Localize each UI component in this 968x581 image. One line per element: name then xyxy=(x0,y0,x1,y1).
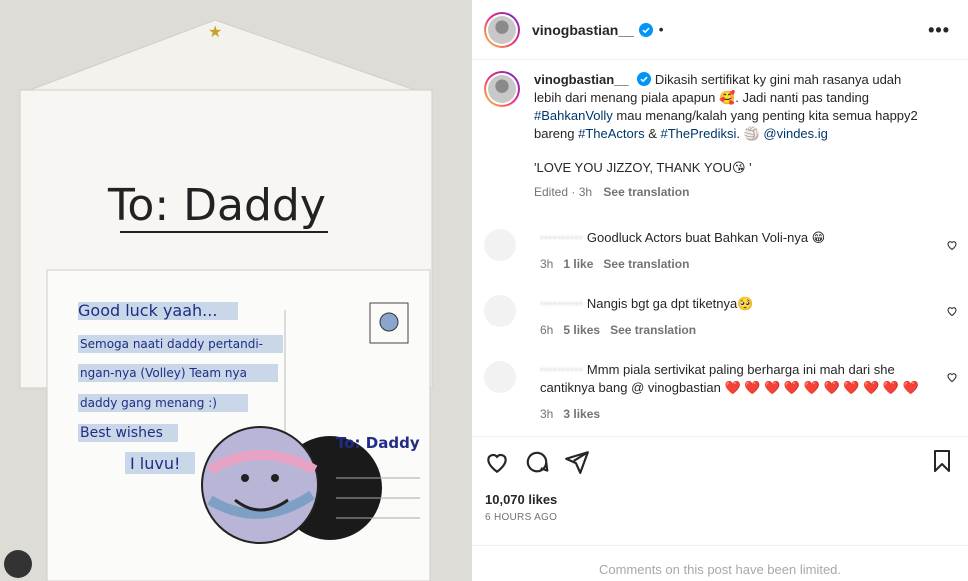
photo-drawing: ★ To: Daddy Good luck yaah... Semoga naa… xyxy=(0,0,472,581)
see-translation-link[interactable]: See translation xyxy=(603,185,689,199)
caption-username[interactable]: vinogbastian__ xyxy=(534,72,629,87)
hashtag-link[interactable]: #ThePrediksi xyxy=(660,126,736,141)
bookmark-icon[interactable] xyxy=(930,449,954,473)
comment-username[interactable]: ·········· xyxy=(540,296,583,311)
caption: vinogbastian__ Dikasih sertifikat ky gin… xyxy=(484,71,954,201)
avatar[interactable] xyxy=(484,11,520,48)
caption-part: & xyxy=(644,126,661,141)
svg-text:★: ★ xyxy=(208,24,222,41)
card-line-1: Good luck yaah... xyxy=(78,301,217,320)
comments-section[interactable]: vinogbastian__ Dikasih sertifikat ky gin… xyxy=(472,61,968,435)
heart-icon[interactable] xyxy=(946,371,958,383)
address-text: To: Daddy xyxy=(336,434,420,452)
comment-username[interactable]: ·········· xyxy=(540,362,583,377)
see-translation-link[interactable]: See translation xyxy=(603,257,689,271)
card-line-4: daddy gang menang :) xyxy=(80,396,217,410)
comment-likes[interactable]: 5 likes xyxy=(563,323,600,337)
card-line-3: ngan-nya (Volley) Team nya xyxy=(80,366,247,380)
card-line-5: Best wishes xyxy=(80,425,163,441)
caption-quote: 'LOVE YOU JIZZOY, THANK YOU😘 ' xyxy=(534,160,752,175)
comment-avatar[interactable] xyxy=(484,361,516,393)
comment-avatar[interactable] xyxy=(484,229,516,261)
mention-link[interactable]: @vindes.ig xyxy=(763,126,828,141)
comment-avatar[interactable] xyxy=(484,295,516,327)
comment-item: ·········· Nangis bgt ga dpt tiketnya🥺 6… xyxy=(484,295,964,339)
comment-item: ·········· Goodluck Actors buat Bahkan V… xyxy=(484,229,964,273)
comment-username[interactable]: ·········· xyxy=(540,230,583,245)
caption-avatar[interactable] xyxy=(484,71,520,107)
comment-icon[interactable] xyxy=(524,449,550,475)
heart-icon[interactable] xyxy=(946,305,958,317)
caption-part: . 🏐 xyxy=(736,126,764,141)
comment-time: 3h xyxy=(540,257,554,271)
post-header: vinogbastian__ • ••• xyxy=(472,0,968,60)
comment-text: Nangis bgt ga dpt tiketnya🥺 xyxy=(586,296,754,311)
envelope-text: To: Daddy xyxy=(107,180,326,231)
comment-text: Mmm piala sertivikat paling berharga ini… xyxy=(540,362,919,395)
share-icon[interactable] xyxy=(564,449,590,475)
comment-time: 6h xyxy=(540,323,554,337)
verified-icon xyxy=(638,22,653,37)
comment-likes[interactable]: 1 like xyxy=(563,257,593,271)
hashtag-link[interactable]: #TheActors xyxy=(578,126,644,141)
caption-meta: Edited · 3h See translation xyxy=(534,183,929,201)
card-line-2: Semoga naati daddy pertandi- xyxy=(80,337,263,351)
post-panel: vinogbastian__ • ••• vinogbastian__ Dika… xyxy=(472,0,968,581)
comment-likes[interactable]: 3 likes xyxy=(563,407,600,421)
hashtag-link[interactable]: #BahkanVolly xyxy=(534,108,613,123)
comment-text: Goodluck Actors buat Bahkan Voli-nya 😁 xyxy=(586,230,826,245)
card-line-6: I luvu! xyxy=(130,454,180,473)
comments-limited-notice: Comments on this post have been limited. xyxy=(472,545,968,581)
more-icon[interactable]: ••• xyxy=(928,20,950,41)
caption-text: vinogbastian__ Dikasih sertifikat ky gin… xyxy=(534,71,929,201)
comment-item: ·········· Mmm piala sertivikat paling b… xyxy=(484,361,964,423)
heart-icon[interactable] xyxy=(946,239,958,251)
see-translation-link[interactable]: See translation xyxy=(610,323,696,337)
username-link[interactable]: vinogbastian__ xyxy=(532,22,634,38)
edited-time: Edited · 3h xyxy=(534,185,593,199)
post-photo[interactable]: ★ To: Daddy Good luck yaah... Semoga naa… xyxy=(0,0,472,581)
actions-bar: 10,070 likes 6 HOURS AGO xyxy=(472,436,968,536)
verified-icon xyxy=(637,72,652,86)
separator-dot: • xyxy=(658,22,664,37)
heart-icon[interactable] xyxy=(484,449,510,475)
comment-time: 3h xyxy=(540,407,554,421)
likes-count[interactable]: 10,070 likes xyxy=(485,492,557,507)
post-time: 6 HOURS AGO xyxy=(485,512,558,523)
